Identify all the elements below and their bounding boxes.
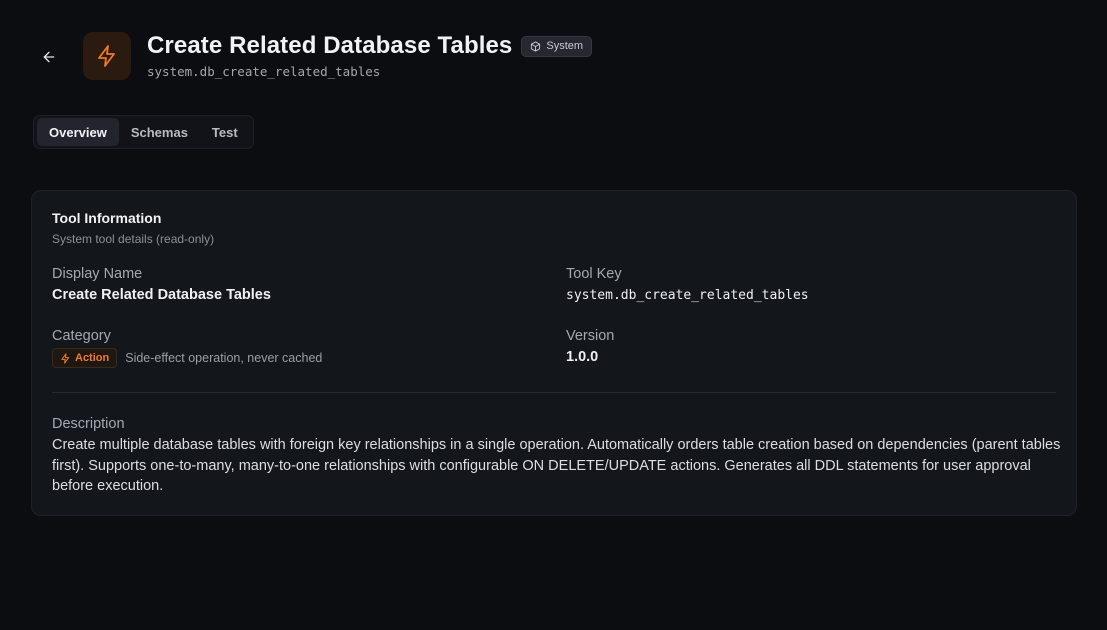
version-label: Version xyxy=(566,328,615,344)
description-label: Description xyxy=(52,416,125,432)
system-badge: System xyxy=(521,35,593,57)
tool-icon xyxy=(83,32,131,80)
version-value: 1.0.0 xyxy=(566,349,599,365)
tool-information-card: Tool Information System tool details (re… xyxy=(31,190,1077,516)
action-badge-label: Action xyxy=(75,352,110,364)
category-label: Category xyxy=(52,328,111,344)
category-description: Side-effect operation, never cached xyxy=(125,351,323,365)
category-row: Action Side-effect operation, never cach… xyxy=(52,348,322,368)
display-name-label: Display Name xyxy=(52,266,143,282)
page-title: Create Related Database Tables xyxy=(147,32,513,59)
description-text: Create multiple database tables with for… xyxy=(52,437,1061,494)
tab-test[interactable]: Test xyxy=(200,118,250,146)
tab-overview[interactable]: Overview xyxy=(37,118,119,146)
divider xyxy=(52,392,1056,393)
system-badge-label: System xyxy=(546,40,584,52)
tab-bar: Overview Schemas Test xyxy=(33,115,254,149)
card-title: Tool Information xyxy=(52,210,162,226)
tab-schemas[interactable]: Schemas xyxy=(119,118,200,146)
cube-icon xyxy=(531,40,541,52)
action-badge: Action xyxy=(52,348,118,368)
tool-key-label: Tool Key xyxy=(566,266,622,282)
back-button[interactable] xyxy=(36,44,62,70)
lightning-icon xyxy=(98,45,115,67)
tool-detail-page: Create Related Database Tables System sy… xyxy=(0,0,1107,630)
tool-key-value: system.db_create_related_tables xyxy=(566,288,809,303)
lightning-icon xyxy=(61,352,70,364)
arrow-left-icon xyxy=(43,51,55,63)
card-subtitle: System tool details (read-only) xyxy=(52,232,215,246)
tool-key-subtitle: system.db_create_related_tables xyxy=(147,64,381,79)
title-row: Create Related Database Tables System xyxy=(147,32,593,60)
display-name-value: Create Related Database Tables xyxy=(52,287,271,303)
